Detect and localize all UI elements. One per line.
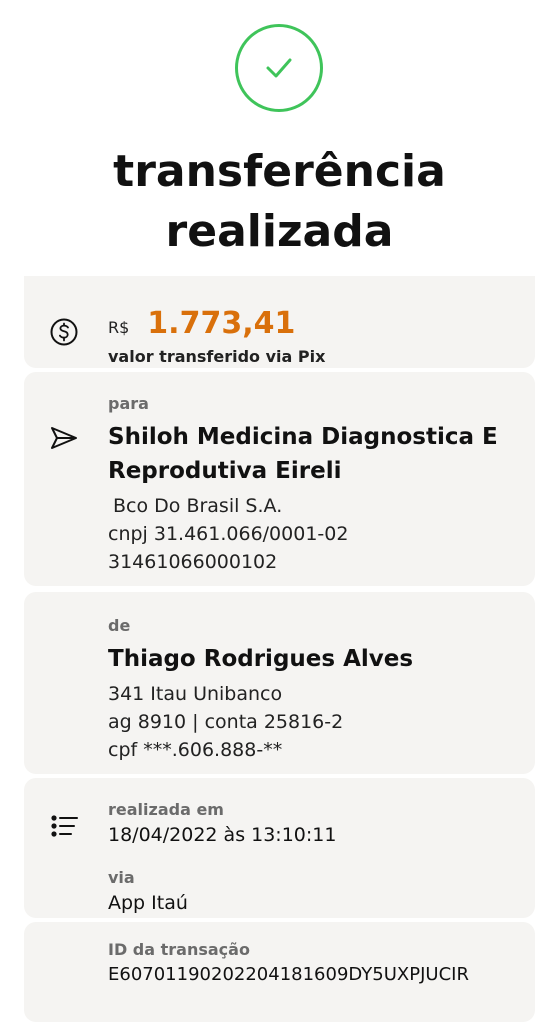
recipient-bank: Bco Do Brasil S.A. <box>113 495 283 517</box>
send-icon <box>48 422 80 454</box>
sender-label: de <box>108 616 131 635</box>
dollar-circle-icon <box>48 316 80 348</box>
success-check-badge <box>235 24 323 112</box>
recipient-label: para <box>108 394 149 413</box>
recipient-card: para Shiloh Medicina Diagnostica E Repro… <box>24 372 535 586</box>
amount-value: 1.773,41 <box>147 306 296 341</box>
sender-bank: 341 Itau Unibanco <box>108 683 283 705</box>
page-title-line2: realizada <box>165 206 394 257</box>
sender-name: Thiago Rodrigues Alves <box>108 646 414 672</box>
sender-card: de Thiago Rodrigues Alves 341 Itau Uniba… <box>24 592 535 774</box>
transaction-id-value: E60701190202204181609DY5UXPJUCIR <box>108 964 469 985</box>
recipient-document: cnpj 31.461.066/0001-02 <box>108 523 349 545</box>
channel-value: App Itaú <box>108 892 188 914</box>
page-title: transferência realizada <box>0 142 559 262</box>
check-icon <box>266 58 292 78</box>
list-icon <box>48 810 80 842</box>
currency-label: R$ <box>108 318 130 337</box>
date-label: realizada em <box>108 800 224 819</box>
sender-document: cpf ***.606.888-** <box>108 739 283 761</box>
sender-account: ag 8910 | conta 25816-2 <box>108 711 344 733</box>
date-value: 18/04/2022 às 13:10:11 <box>108 824 337 846</box>
transaction-id-label: ID da transação <box>108 940 250 959</box>
channel-label: via <box>108 868 135 887</box>
transaction-id-card: ID da transação E60701190202204181609DY5… <box>24 922 535 1022</box>
recipient-name: Shiloh Medicina Diagnostica E Reprodutiv… <box>108 424 498 484</box>
amount-row: R$ 1.773,41 <box>108 306 515 341</box>
page-title-line1: transferência <box>113 146 446 197</box>
recipient-account: 31461066000102 <box>108 551 278 573</box>
transaction-details-card: realizada em 18/04/2022 às 13:10:11 via … <box>24 778 535 918</box>
amount-card: R$ 1.773,41 valor transferido via Pix <box>24 276 535 368</box>
amount-caption: valor transferido via Pix <box>108 347 326 366</box>
